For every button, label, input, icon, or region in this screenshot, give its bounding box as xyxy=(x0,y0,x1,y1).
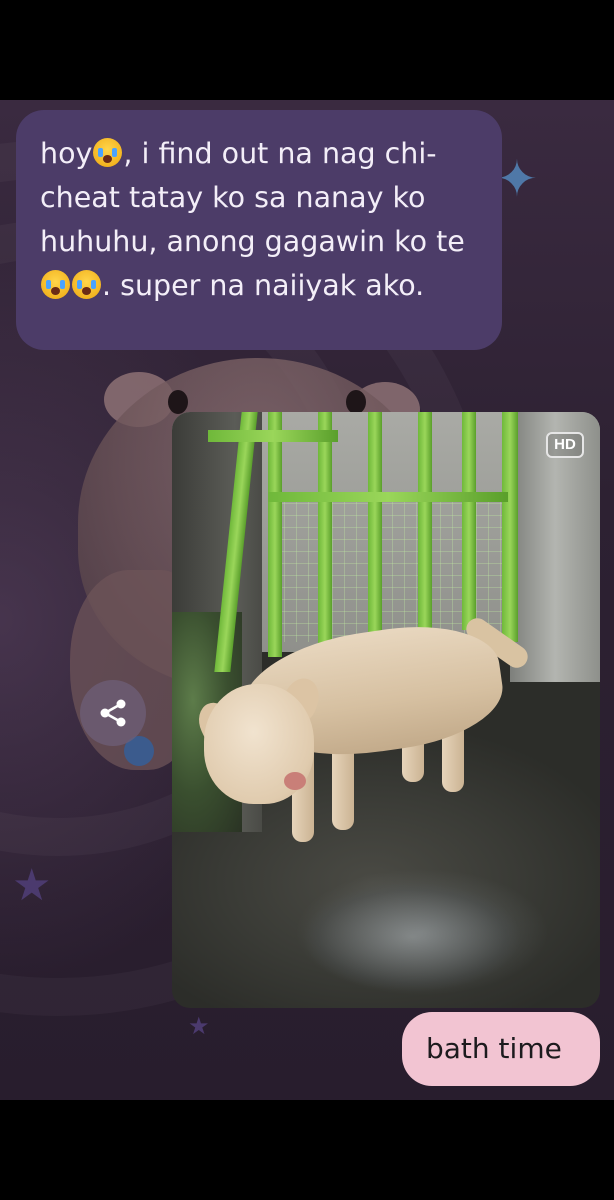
bottom-black-bar xyxy=(0,1100,614,1200)
message-text: . super na naiiyak ako. xyxy=(102,269,425,302)
share-button[interactable] xyxy=(80,680,146,746)
gate-bar xyxy=(418,412,432,634)
gate-bar xyxy=(268,412,282,657)
hippo-eye-right xyxy=(346,390,366,414)
outgoing-message-bubble[interactable]: bath time xyxy=(402,1012,600,1086)
star-icon: ★ xyxy=(188,1012,210,1040)
star-icon: ★ xyxy=(12,860,52,911)
gate-crossbar xyxy=(208,430,338,442)
hippo-eye-left xyxy=(168,390,188,414)
photo-puddle xyxy=(302,882,522,992)
incoming-message-bubble[interactable]: hoy, i find out na nag chi-cheat tatay k… xyxy=(16,110,502,350)
message-text: hoy xyxy=(40,137,93,170)
image-message[interactable]: HD xyxy=(172,412,600,1008)
gate-bar xyxy=(368,412,382,640)
dog-nose xyxy=(284,772,306,790)
crying-face-emoji-icon xyxy=(93,138,123,167)
chat-area: ★ ★ ✦ hoy, i find out na nag chi-cheat t… xyxy=(0,100,614,1100)
hd-badge: HD xyxy=(546,432,584,458)
gate-crossbar xyxy=(268,492,508,502)
crying-face-emoji-icon xyxy=(72,270,101,299)
gate-bar xyxy=(318,412,332,647)
message-text: bath time xyxy=(426,1032,562,1065)
star-icon: ✦ xyxy=(496,150,538,208)
gate-bar xyxy=(502,412,518,642)
top-black-bar xyxy=(0,0,614,100)
crying-face-emoji-icon xyxy=(41,270,70,299)
gate-bar xyxy=(462,412,476,630)
share-icon xyxy=(100,699,126,727)
